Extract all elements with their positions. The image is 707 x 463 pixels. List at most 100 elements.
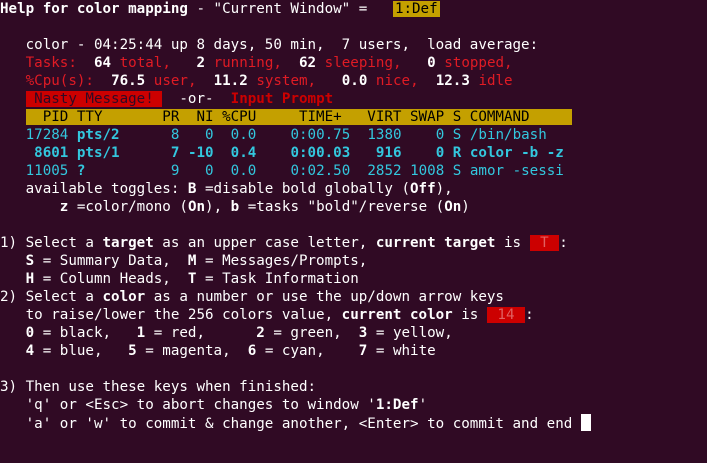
cpu-nice: 0.0 bbox=[341, 73, 368, 89]
toggle-color-end: ), bbox=[205, 199, 231, 215]
terminal-window[interactable]: Help for color mapping - "Current Window… bbox=[0, 0, 707, 463]
tasks-sleeping: 62 bbox=[299, 55, 317, 71]
row-state: S bbox=[452, 163, 462, 179]
row-tty: pts/1 bbox=[76, 145, 120, 161]
row-state: S bbox=[452, 127, 462, 143]
step2-line: 2) Select a color as a number or use the… bbox=[0, 288, 504, 306]
row-pr: 9 bbox=[170, 163, 180, 179]
nasty-message-sample: Nasty Message! bbox=[25, 91, 163, 107]
toggles-intro: available toggles: bbox=[25, 181, 188, 197]
cpu-idle: 12.3 bbox=[435, 73, 470, 89]
row-tty: pts/2 bbox=[76, 127, 120, 143]
target-desc-h: = Column Heads, bbox=[34, 271, 188, 287]
current-color-label: current color bbox=[341, 307, 453, 323]
toggle-bold-desc: =disable bold globally ( bbox=[196, 181, 411, 197]
abort-text-end: ' bbox=[418, 397, 428, 413]
color-label-1: = red, bbox=[145, 325, 257, 341]
step1-number: 1) bbox=[0, 235, 26, 251]
help-title: Help for color mapping bbox=[0, 1, 188, 17]
step2-text-e: : bbox=[525, 307, 534, 323]
color-label-0: = black, bbox=[34, 325, 137, 341]
step2-number: 2) bbox=[0, 289, 26, 305]
step2-text-c: to raise/lower the 256 colors value, bbox=[25, 307, 342, 323]
row-time: 0:00.03 bbox=[290, 145, 351, 161]
commit-text: 'a' or 'w' to commit & change another, <… bbox=[25, 416, 581, 432]
tasks-stopped-label: stopped, bbox=[444, 55, 513, 71]
toggle-tasks-end: ) bbox=[461, 199, 470, 215]
uptime-line: color - 04:25:44 up 8 days, 50 min, 7 us… bbox=[0, 36, 539, 54]
step2-text-a: Select a bbox=[25, 289, 103, 305]
abort-window-name: 1:Def bbox=[375, 397, 419, 413]
row-time: 0:02.50 bbox=[290, 163, 351, 179]
or-text: -or- bbox=[179, 91, 214, 107]
tasks-stopped: 0 bbox=[427, 55, 436, 71]
target-desc-m: = Messages/Prompts, bbox=[196, 253, 368, 269]
help-title-mid: - "Current Window" = bbox=[187, 1, 376, 17]
row-swap: 0 bbox=[435, 145, 445, 161]
color-label-5: = magenta, bbox=[136, 343, 248, 359]
row-ni: 0 bbox=[205, 127, 214, 143]
row-virt: 916 bbox=[375, 145, 402, 161]
step1-text-b: as an upper case letter, bbox=[153, 235, 376, 251]
target-keys-line-2: H = Column Heads, T = Task Information bbox=[0, 270, 359, 288]
toggle-color-state: On bbox=[187, 199, 206, 215]
commit-line: 'a' or 'w' to commit & change another, <… bbox=[0, 414, 591, 432]
cpu-line: %Cpu(s): 76.5 user, 11.2 system, 0.0 nic… bbox=[0, 72, 513, 90]
step2-line-2: to raise/lower the 256 colors value, cur… bbox=[0, 306, 534, 324]
row-cpu: 0.4 bbox=[230, 145, 257, 161]
step1-text-c: is bbox=[495, 235, 530, 251]
color-keys-line-1: 0 = black, 1 = red, 2 = green, 3 = yello… bbox=[0, 324, 453, 342]
step3-number: 3) bbox=[0, 379, 26, 395]
cpu-system-label: system, bbox=[256, 73, 317, 89]
tasks-label: Tasks: bbox=[25, 55, 77, 71]
table-row: 17284 pts/2 8 0 0.0 0:00.75 1380 0 S /bi… bbox=[0, 126, 547, 144]
row-pr: 7 bbox=[170, 145, 180, 161]
column-header-line: PID TTY PR NI %CPU TIME+ VIRT SWAP S COM… bbox=[0, 108, 573, 126]
row-time: 0:00.75 bbox=[290, 127, 351, 143]
color-key-6: 6 bbox=[247, 343, 257, 359]
color-key-5: 5 bbox=[128, 343, 137, 359]
current-window-badge: 1:Def bbox=[392, 1, 440, 17]
row-cpu: 0.0 bbox=[230, 127, 257, 143]
step1-text-d: : bbox=[559, 235, 568, 251]
current-target-label: current target bbox=[375, 235, 496, 251]
cpu-user-label: user, bbox=[153, 73, 197, 89]
tasks-total: 64 bbox=[93, 55, 112, 71]
step1-text-a: Select a bbox=[25, 235, 103, 251]
step2-text-d: is bbox=[452, 307, 487, 323]
step2-text-b: as a number or use the up/down arrow key… bbox=[145, 289, 504, 305]
current-color-value: 14 bbox=[486, 307, 526, 323]
row-virt: 1380 bbox=[367, 127, 402, 143]
toggles-line-2: z =color/mono (On), b =tasks "bold"/reve… bbox=[0, 198, 470, 216]
step2-color-word: color bbox=[102, 289, 146, 305]
row-pr: 8 bbox=[170, 127, 180, 143]
table-row: 11005 ? 9 0 0.0 0:02.50 2852 1008 S amor… bbox=[0, 162, 564, 180]
cpu-user: 76.5 bbox=[111, 73, 146, 89]
row-cpu: 0.0 bbox=[230, 163, 257, 179]
target-desc-t: = Task Information bbox=[196, 271, 359, 287]
abort-text: 'q' or <Esc> to abort changes to window … bbox=[25, 397, 376, 413]
toggle-bold-end: ), bbox=[435, 181, 453, 197]
help-title-line: Help for color mapping - "Current Window… bbox=[0, 0, 440, 18]
step1-line: 1) Select a target as an upper case lett… bbox=[0, 234, 568, 252]
row-pid: 17284 bbox=[25, 127, 69, 143]
color-keys-line-2: 4 = blue, 5 = magenta, 6 = cyan, 7 = whi… bbox=[0, 342, 436, 360]
input-prompt-sample: Input Prompt bbox=[230, 91, 334, 107]
color-label-6: = cyan, bbox=[256, 343, 359, 359]
color-key-4: 4 bbox=[25, 343, 35, 359]
color-key-2: 2 bbox=[256, 325, 265, 341]
cpu-nice-label: nice, bbox=[375, 73, 419, 89]
row-pid: 11005 bbox=[25, 163, 69, 179]
color-label-4: = blue, bbox=[34, 343, 129, 359]
step3-text: Then use these keys when finished: bbox=[25, 379, 317, 395]
color-label-7: = white bbox=[367, 343, 436, 359]
uptime-text: color - 04:25:44 up 8 days, 50 min, 7 us… bbox=[25, 37, 539, 53]
toggle-bold-state: Off bbox=[410, 181, 436, 197]
cpu-system: 11.2 bbox=[213, 73, 248, 89]
row-swap: 1008 bbox=[410, 163, 445, 179]
text-cursor[interactable] bbox=[580, 414, 591, 431]
row-ni: 0 bbox=[205, 163, 214, 179]
table-row: 8601 pts/1 7 -10 0.4 0:00.03 916 0 R col… bbox=[0, 144, 564, 162]
tasks-line: Tasks: 64 total, 2 running, 62 sleeping,… bbox=[0, 54, 513, 72]
target-key-h: H bbox=[25, 271, 35, 287]
